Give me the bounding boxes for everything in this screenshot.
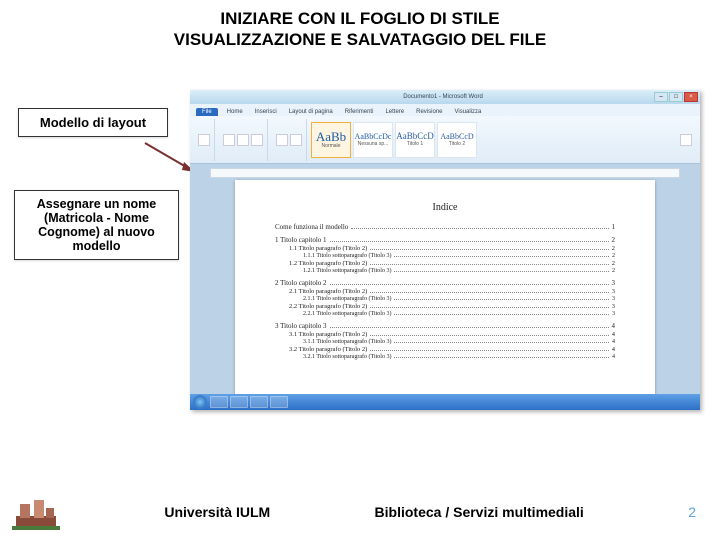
taskbar	[190, 394, 700, 410]
task-item[interactable]	[250, 396, 268, 408]
tab-home[interactable]: Home	[224, 108, 246, 116]
university-logo	[12, 494, 60, 530]
style-glyph: AaBb	[316, 130, 346, 143]
style-label: Normale	[322, 144, 341, 149]
toc-entry: 2.1.1 Titolo sottoparagrafo (Titolo 3)3	[275, 296, 615, 302]
slide-title: INIZIARE CON IL FOGLIO DI STILE VISUALIZ…	[0, 0, 720, 55]
toc-entry: Come funziona il modello1	[275, 223, 615, 231]
toc-entry: 3.2.1 Titolo sottoparagrafo (Titolo 3)4	[275, 354, 615, 360]
find-button[interactable]	[680, 134, 692, 146]
footer-university: Università IULM	[164, 504, 270, 520]
style-label: Nessuna sp...	[358, 142, 389, 147]
task-item[interactable]	[210, 396, 228, 408]
tab-review[interactable]: Revisione	[413, 108, 445, 116]
tab-references[interactable]: Riferimenti	[342, 108, 377, 116]
style-normal[interactable]: AaBb Normale	[311, 122, 351, 158]
doc-heading: Indice	[275, 202, 615, 213]
callout-modello-layout: Modello di layout	[18, 108, 168, 137]
font-button[interactable]	[223, 134, 235, 146]
taskbar-items	[210, 396, 288, 408]
style-gallery: AaBb Normale AaBbCcDc Nessuna sp... AaBb…	[311, 122, 672, 158]
page-number: 2	[688, 504, 696, 520]
tab-mailings[interactable]: Lettere	[382, 108, 407, 116]
system-tray	[678, 398, 697, 406]
task-item[interactable]	[270, 396, 288, 408]
toc-entry: 1.2.1 Titolo sottoparagrafo (Titolo 3)2	[275, 268, 615, 274]
document-area[interactable]: Indice Come funziona il modello1 1 Titolo…	[190, 164, 700, 394]
style-label: Titolo 2	[449, 142, 465, 147]
style-heading-2[interactable]: AaBbCcD Titolo 2	[437, 122, 477, 158]
task-item[interactable]	[230, 396, 248, 408]
callout-assegnare-nome: Assegnare un nome (Matricola - Nome Cogn…	[14, 190, 179, 260]
align-button[interactable]	[290, 134, 302, 146]
ribbon-group-clipboard	[194, 119, 215, 161]
footer-library: Biblioteca / Servizi multimediali	[375, 504, 584, 520]
tab-view[interactable]: Visualizza	[451, 108, 484, 116]
toc-entry: 1 Titolo capitolo 12	[275, 236, 615, 244]
slide-footer: Università IULM Biblioteca / Servizi mul…	[0, 494, 720, 530]
style-glyph: AaBbCcD	[396, 132, 434, 141]
maximize-button[interactable]: □	[669, 92, 683, 102]
window-controls: – □ ×	[654, 92, 698, 102]
style-no-spacing[interactable]: AaBbCcDc Nessuna sp...	[353, 122, 393, 158]
toc-entry: 3.2 Titolo paragrafo (Titolo 2)4	[275, 346, 615, 353]
toc-entry: 1.2 Titolo paragrafo (Titolo 2)2	[275, 260, 615, 267]
toc-entry: 3.1.1 Titolo sottoparagrafo (Titolo 3)4	[275, 339, 615, 345]
minimize-button[interactable]: –	[654, 92, 668, 102]
style-label: Titolo 1	[407, 142, 423, 147]
titlebar: Documento1 - Microsoft Word – □ ×	[190, 90, 700, 104]
style-glyph: AaBbCcDc	[355, 133, 392, 141]
ribbon-group-paragraph	[272, 119, 307, 161]
toc-entry: 1.1.1 Titolo sottoparagrafo (Titolo 3)2	[275, 253, 615, 259]
callout-text: Assegnare un nome (Matricola - Nome Cogn…	[37, 197, 156, 253]
italic-button[interactable]	[251, 134, 263, 146]
paste-button[interactable]	[198, 134, 210, 146]
tray-icon[interactable]	[678, 398, 686, 406]
toc-entry: 3 Titolo capitolo 34	[275, 322, 615, 330]
toc-entry: 2.1 Titolo paragrafo (Titolo 2)3	[275, 288, 615, 295]
word-screenshot: Documento1 - Microsoft Word – □ × File H…	[190, 90, 700, 410]
toc: Come funziona il modello1 1 Titolo capito…	[275, 223, 615, 360]
close-button[interactable]: ×	[684, 92, 698, 102]
page: Indice Come funziona il modello1 1 Titolo…	[235, 180, 655, 394]
window-title: Documento1 - Microsoft Word	[232, 94, 654, 100]
tray-icon[interactable]	[689, 398, 697, 406]
tab-file[interactable]: File	[196, 108, 218, 116]
start-button[interactable]	[193, 395, 207, 409]
ribbon-group-font	[219, 119, 268, 161]
ribbon: AaBb Normale AaBbCcDc Nessuna sp... AaBb…	[190, 116, 700, 164]
bold-button[interactable]	[237, 134, 249, 146]
list-button[interactable]	[276, 134, 288, 146]
ribbon-group-editing	[676, 119, 696, 161]
callout-text: Modello di layout	[40, 115, 146, 130]
title-line-1: INIZIARE CON IL FOGLIO DI STILE	[40, 8, 680, 29]
toc-entry: 3.1 Titolo paragrafo (Titolo 2)4	[275, 331, 615, 338]
style-heading-1[interactable]: AaBbCcD Titolo 1	[395, 122, 435, 158]
style-glyph: AaBbCcD	[440, 133, 473, 141]
toc-entry: 1.1 Titolo paragrafo (Titolo 2)2	[275, 245, 615, 252]
tab-layout[interactable]: Layout di pagina	[286, 108, 336, 116]
ribbon-tabs: File Home Inserisci Layout di pagina Rif…	[190, 104, 700, 116]
tab-insert[interactable]: Inserisci	[252, 108, 280, 116]
toc-entry: 2.2 Titolo paragrafo (Titolo 2)3	[275, 303, 615, 310]
ruler[interactable]	[210, 168, 680, 178]
title-line-2: VISUALIZZAZIONE E SALVATAGGIO DEL FILE	[40, 29, 680, 50]
toc-entry: 2 Titolo capitolo 23	[275, 279, 615, 287]
toc-entry: 2.2.1 Titolo sottoparagrafo (Titolo 3)3	[275, 311, 615, 317]
